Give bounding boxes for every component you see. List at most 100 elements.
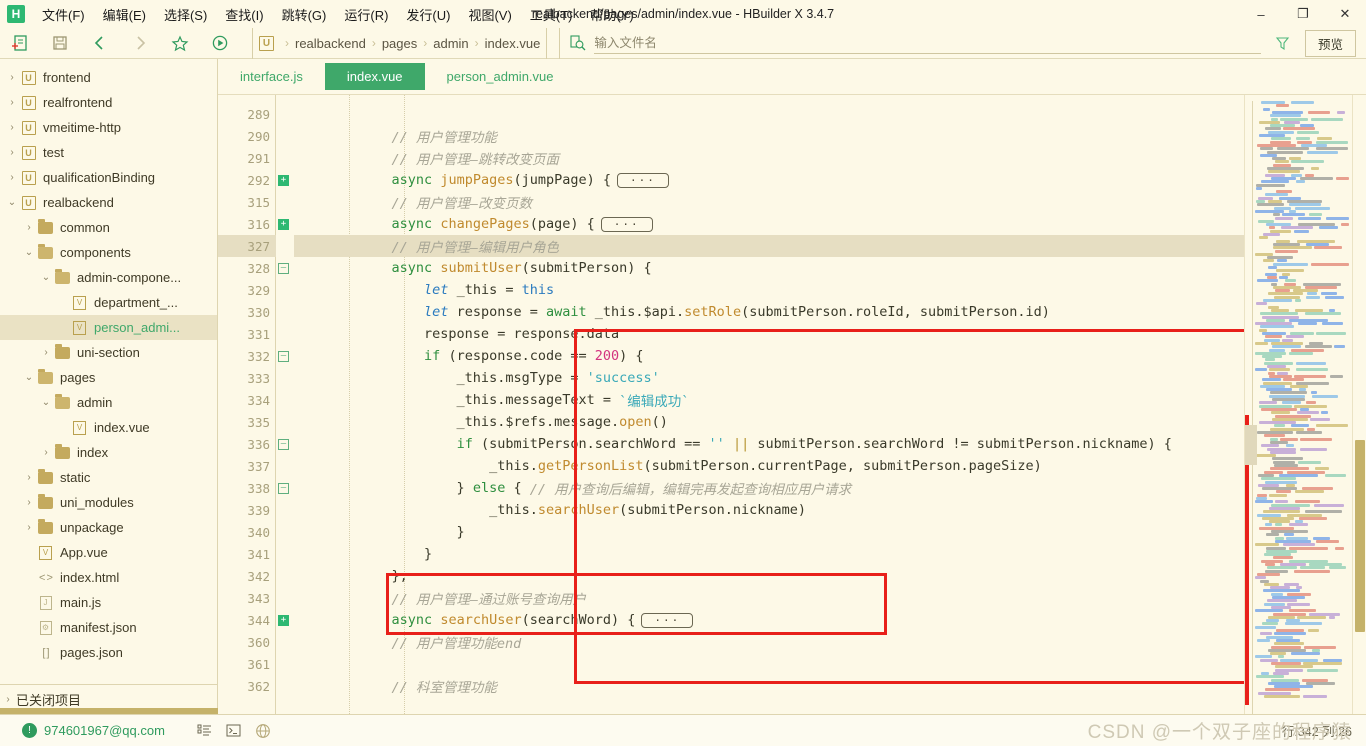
tree-item-qualificationbinding[interactable]: › UqualificationBinding <box>0 165 217 190</box>
code-line[interactable]: // 科室管理功能 <box>294 675 1244 697</box>
chevron-right-icon[interactable]: › <box>21 572 37 583</box>
tree-item-uni-modules[interactable]: › uni_modules <box>0 490 217 515</box>
code-line[interactable]: _this. searchUser (submitPerson.nickname) <box>294 499 1244 521</box>
tree-item-static[interactable]: › static <box>0 465 217 490</box>
breadcrumb-item-2[interactable]: admin <box>433 36 468 51</box>
breadcrumb-item-3[interactable]: index.vue <box>485 36 541 51</box>
code-line[interactable]: // 用户管理—改变页数 <box>294 191 1244 213</box>
chevron-right-icon[interactable]: › <box>21 497 37 508</box>
code-line[interactable]: } else { // 用户查询后编辑，编辑完再发起查询相应用户请求 <box>294 477 1244 499</box>
code-line[interactable]: // 用户管理—跳转改变页面 <box>294 147 1244 169</box>
menu-select[interactable]: 选择(S) <box>155 1 216 28</box>
scrollbar-thumb[interactable] <box>1355 440 1365 632</box>
minimap-viewport[interactable] <box>1245 425 1257 465</box>
code-line[interactable]: let response = await _this.$api. setRole(… <box>294 301 1244 323</box>
tree-item-admin-compone---[interactable]: ⌄ admin-compone... <box>0 265 217 290</box>
chevron-right-icon[interactable]: › <box>21 522 37 533</box>
outline-icon[interactable] <box>197 723 212 738</box>
tree-item-frontend[interactable]: › Ufrontend <box>0 65 217 90</box>
tree-item-person-admi---[interactable]: ›Vperson_admi... <box>0 315 217 340</box>
tree-item-app-vue[interactable]: ›V App.vue <box>0 540 217 565</box>
star-icon[interactable] <box>165 30 195 56</box>
code-line[interactable] <box>294 653 1244 675</box>
menu-tools[interactable]: 工具(T) <box>521 1 582 28</box>
code-minimap[interactable] <box>1244 95 1352 714</box>
breadcrumb-item-0[interactable]: realbackend <box>295 36 366 51</box>
code-line[interactable]: _this. getPersonList (submitPerson.current… <box>294 455 1244 477</box>
chevron-right-icon[interactable]: › <box>4 147 20 158</box>
chevron-right-icon[interactable]: › <box>4 122 20 133</box>
forward-arrow-icon[interactable] <box>125 30 155 56</box>
collapsed-block-indicator[interactable]: ··· <box>617 172 669 188</box>
new-file-icon[interactable] <box>5 30 35 56</box>
collapsed-block-indicator[interactable]: ··· <box>641 612 694 628</box>
code-line[interactable]: _this.msgType = 'success' <box>294 367 1244 389</box>
save-icon[interactable] <box>45 30 75 56</box>
code-line[interactable]: // 用户管理—通过账号查询用户 <box>294 587 1244 609</box>
tree-item-main-js[interactable]: ›Jmain.js <box>0 590 217 615</box>
chevron-down-icon[interactable]: ⌄ <box>21 372 37 383</box>
tree-item-admin[interactable]: ⌄ admin <box>0 390 217 415</box>
globe-icon[interactable] <box>255 723 271 739</box>
back-arrow-icon[interactable] <box>85 30 115 56</box>
code-text-area[interactable]: // 用户管理功能 // 用户管理—跳转改变页面 async jumpPages… <box>276 95 1244 714</box>
code-line[interactable]: async jumpPages (jumpPage) {··· <box>294 169 1244 191</box>
code-line[interactable]: async submitUser (submitPerson) { <box>294 257 1244 279</box>
tree-item-manifest-json[interactable]: ›⚙ manifest.json <box>0 615 217 640</box>
search-file-icon[interactable] <box>568 30 588 56</box>
menu-edit[interactable]: 编辑(E) <box>94 1 155 28</box>
chevron-right-icon[interactable]: › <box>38 347 54 358</box>
tree-item-realbackend[interactable]: ⌄ Urealbackend <box>0 190 217 215</box>
filter-icon[interactable] <box>1272 30 1294 56</box>
code-line[interactable]: // 用户管理—编辑用户角色 <box>294 235 1244 257</box>
tree-item-uni-section[interactable]: › uni-section <box>0 340 217 365</box>
chevron-right-icon[interactable]: › <box>21 547 37 558</box>
code-line[interactable]: } <box>294 543 1244 565</box>
code-line[interactable]: }, <box>294 565 1244 587</box>
tree-item-realfrontend[interactable]: › Urealfrontend <box>0 90 217 115</box>
chevron-right-icon[interactable]: › <box>38 447 54 458</box>
chevron-right-icon[interactable]: › <box>4 172 20 183</box>
vertical-scrollbar[interactable] <box>1352 95 1366 714</box>
editor-tab-interface-js[interactable]: interface.js <box>218 63 325 90</box>
menu-file[interactable]: 文件(F) <box>33 1 94 28</box>
tree-item-department----[interactable]: ›Vdepartment_... <box>0 290 217 315</box>
tree-item-pages[interactable]: ⌄ pages <box>0 365 217 390</box>
editor-tab-person-admin-vue[interactable]: person_admin.vue <box>425 63 576 90</box>
menu-goto[interactable]: 跳转(G) <box>273 1 336 28</box>
chevron-down-icon[interactable]: ⌄ <box>38 272 54 283</box>
chevron-right-icon[interactable]: › <box>55 297 71 308</box>
chevron-right-icon[interactable]: › <box>4 72 20 83</box>
code-line[interactable]: } <box>294 521 1244 543</box>
menu-view[interactable]: 视图(V) <box>459 1 520 28</box>
tree-item-components[interactable]: ⌄ components <box>0 240 217 265</box>
tree-item-test[interactable]: › Utest <box>0 140 217 165</box>
code-line[interactable]: async searchUser (searchWord) {··· <box>294 609 1244 631</box>
maximize-button[interactable]: ❐ <box>1282 0 1324 28</box>
code-line[interactable]: // 用户管理功能end <box>294 631 1244 653</box>
code-line[interactable]: async changePages (page) {··· <box>294 213 1244 235</box>
tree-item-index-html[interactable]: ›< > index.html <box>0 565 217 590</box>
chevron-down-icon[interactable]: ⌄ <box>38 397 54 408</box>
tree-item-index-vue[interactable]: ›Vindex.vue <box>0 415 217 440</box>
close-button[interactable]: ✕ <box>1324 0 1366 28</box>
menu-publish[interactable]: 发行(U) <box>397 1 459 28</box>
tree-item-vmeitime-http[interactable]: › Uvmeitime-http <box>0 115 217 140</box>
code-line[interactable]: response = response.data <box>294 323 1244 345</box>
code-line[interactable]: // 用户管理功能 <box>294 125 1244 147</box>
terminal-icon[interactable] <box>226 723 241 738</box>
chevron-right-icon[interactable]: › <box>21 622 37 633</box>
breadcrumb-item-1[interactable]: pages <box>382 36 417 51</box>
code-line[interactable]: _this.$refs.message. open() <box>294 411 1244 433</box>
code-line[interactable]: if (submitPerson.searchWord == '' || sub… <box>294 433 1244 455</box>
tree-item-common[interactable]: › common <box>0 215 217 240</box>
breadcrumb[interactable]: U › realbackend › pages › admin › index.vue <box>252 27 548 59</box>
menu-find[interactable]: 查找(I) <box>216 1 272 28</box>
editor-tab-index-vue[interactable]: index.vue <box>324 63 425 90</box>
menu-help[interactable]: 帮助(Y) <box>581 1 642 28</box>
chevron-right-icon[interactable]: › <box>55 322 71 333</box>
tree-item-unpackage[interactable]: › unpackage <box>0 515 217 540</box>
code-line[interactable]: _this.messageText = `编辑成功` <box>294 389 1244 411</box>
tree-item-index[interactable]: › index <box>0 440 217 465</box>
run-icon[interactable] <box>205 30 235 56</box>
